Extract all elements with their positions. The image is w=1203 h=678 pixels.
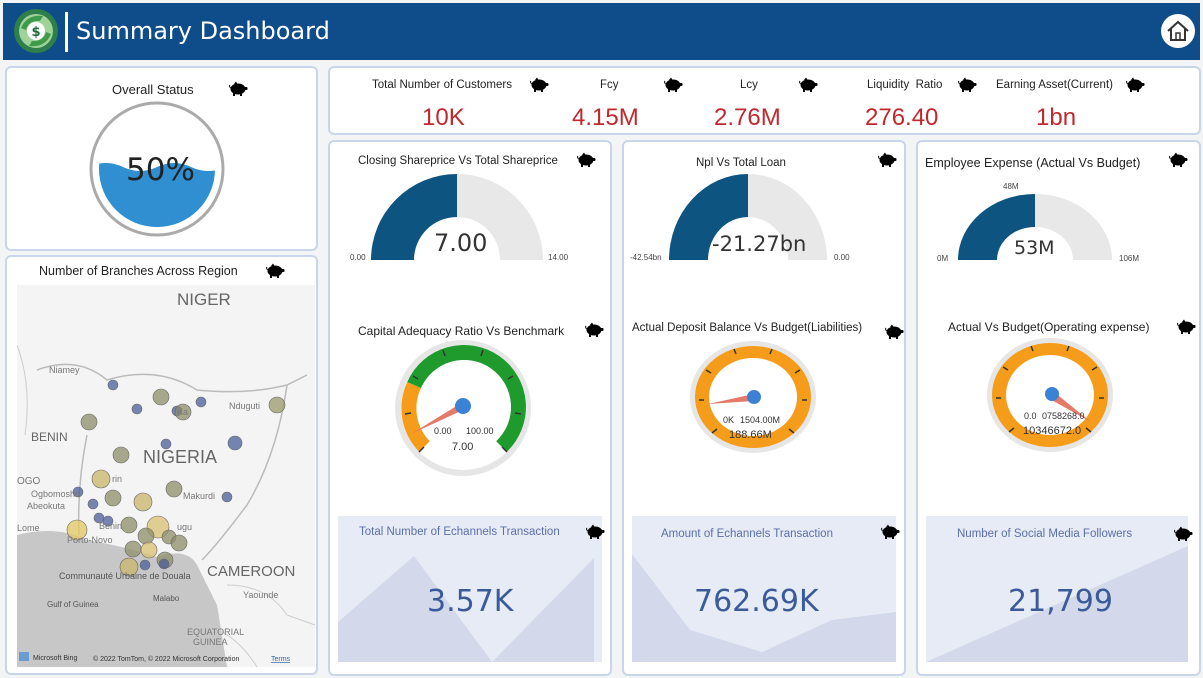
area-title-echannel-amount: Amount of Echannels Transaction: [661, 528, 833, 540]
gauge-value-employee: 53M: [1014, 237, 1055, 259]
branches-map[interactable]: NIGER NIGERIA BENIN CAMEROON Niamey Ka N…: [17, 285, 315, 667]
area-title-echannel-count: Total Number of Echannels Transaction: [359, 526, 560, 538]
piggy-bank-icon[interactable]: [577, 152, 597, 167]
piggy-bank-icon[interactable]: [664, 77, 684, 92]
map-label-niamey: Niamey: [49, 365, 80, 375]
map-label-guinea: GUINEA: [193, 637, 228, 647]
area-value-echannel-count: 3.57K: [427, 584, 514, 619]
area-value-social-followers: 21,799: [1008, 584, 1113, 619]
svg-text:$: $: [31, 25, 40, 40]
dial-max-car: 100.00: [466, 426, 494, 436]
kpi-label-fcy: Fcy: [600, 79, 619, 91]
map-label-makurdi: Makurdi: [183, 491, 215, 501]
area-card-echannel-count: Total Number of Echannels Transaction 3.…: [338, 516, 602, 662]
gauge-min-npl: -42.54bn: [630, 253, 662, 262]
map-label-malabo: Malabo: [153, 594, 180, 603]
kpi-label-earning-asset: Earning Asset(Current): [996, 79, 1113, 91]
dial-min-deposit: 0K: [723, 415, 735, 425]
gauge-value-npl: -21.27bn: [712, 232, 807, 256]
overall-status-title: Overall Status: [112, 82, 194, 97]
map-label-niger: NIGER: [177, 290, 231, 309]
dial-title-deposit: Actual Deposit Balance Vs Budget(Liabili…: [632, 322, 863, 334]
piggy-bank-icon[interactable]: [530, 77, 550, 92]
piggy-bank-icon[interactable]: [881, 524, 901, 539]
map-label-ogo: OGO: [17, 476, 41, 487]
dial-min-car: 0.00: [434, 426, 452, 436]
gauge-title-npl: Npl Vs Total Loan: [696, 157, 786, 169]
overall-status-card: Overall Status 50%: [5, 66, 318, 251]
area-title-social-followers: Number of Social Media Followers: [957, 528, 1133, 540]
kpi-label-customers: Total Number of Customers: [372, 79, 512, 91]
status-value: 50%: [126, 152, 195, 188]
map-label-cameroon: CAMEROON: [207, 563, 295, 580]
kpi-value-customers: 10K: [422, 104, 465, 131]
map-label-kano: Ka: [177, 407, 188, 417]
gauge-title-shareprice: Closing Shareprice Vs Total Shareprice: [358, 155, 558, 167]
map-label-nigeria: NIGERIA: [143, 447, 217, 467]
header-divider: [65, 12, 68, 52]
piggy-bank-icon[interactable]: [1126, 77, 1146, 92]
kpi-label-liquidity: Liquidity Ratio: [867, 79, 943, 91]
gauge-min-shareprice: 0.00: [350, 253, 366, 262]
map-label-nduguti: Nduguti: [229, 401, 260, 411]
piggy-bank-icon[interactable]: [585, 322, 605, 337]
gauge-max-npl: 0.00: [834, 253, 850, 262]
branches-map-card: Number of Branches Across Region NIGER N…: [5, 255, 318, 675]
piggy-bank-icon[interactable]: [885, 324, 905, 339]
dial-title-car: Capital Adequacy Ratio Vs Benchmark: [358, 324, 565, 338]
area-value-echannel-amount: 762.69K: [694, 584, 819, 619]
kpi-value-liquidity: 276.40: [865, 104, 939, 131]
map-label-porto-novo: Porto-Novo: [67, 535, 113, 545]
map-terms-link: Terms: [271, 656, 291, 663]
gauge-value-shareprice: 7.00: [434, 229, 488, 257]
kpi-card: Total Number of Customers 10K Fcy 4.15M …: [328, 66, 1201, 135]
map-label-enugu: ugu: [177, 522, 192, 532]
dial-value-car: 7.00: [452, 441, 474, 453]
piggy-bank-icon[interactable]: [958, 77, 978, 92]
map-label-yaounde: Yaounde: [243, 590, 278, 600]
area-card-social-followers: Number of Social Media Followers 21,799: [926, 516, 1188, 662]
dial-max-deposit: 1504.00M: [740, 415, 781, 425]
map-label-gulf: Gulf of Guinea: [47, 600, 99, 609]
kpi-value-fcy: 4.15M: [572, 104, 639, 131]
gauge-max-employee: 106M: [1119, 254, 1140, 263]
map-label-equatorial: EQUATORIAL: [187, 627, 244, 637]
piggy-bank-icon[interactable]: [586, 524, 606, 539]
dial-value-opex: 10346672.0: [1023, 425, 1082, 437]
map-label-benin: BENIN: [31, 430, 68, 444]
dial-value-deposit: 188.66M: [729, 429, 772, 441]
map-label-abeokuta: Abeokuta: [27, 501, 65, 511]
map-label-benin-city: Benin: [99, 521, 122, 531]
map-label-arin: rin: [112, 474, 122, 484]
map-title: Number of Branches Across Region: [39, 264, 238, 278]
dial-min-opex: 0.0: [1024, 411, 1037, 421]
dial-car: [395, 340, 531, 476]
piggy-bank-icon[interactable]: [1169, 152, 1189, 167]
kpi-value-earning-asset: 1bn: [1036, 104, 1077, 131]
piggy-bank-icon[interactable]: [229, 81, 249, 96]
gauge-max-shareprice: 14.00: [548, 253, 569, 262]
page-title: Summary Dashboard: [76, 17, 330, 45]
kpi-label-lcy: Lcy: [740, 79, 758, 91]
gauge-min-employee: 0M: [937, 254, 949, 263]
map-copyright: © 2022 TomTom, © 2022 Microsoft Corporat…: [93, 655, 239, 663]
dial-max-opex: 0758268.0: [1042, 411, 1085, 421]
gauge-target-employee: 48M: [1003, 182, 1019, 191]
map-bing-label: Microsoft Bing: [33, 655, 77, 662]
home-icon[interactable]: [1160, 13, 1196, 49]
map-label-lome: Lome: [17, 523, 40, 533]
piggy-bank-icon[interactable]: [266, 263, 286, 278]
header-bar: $ Summary Dashboard: [3, 3, 1200, 60]
piggy-bank-icon[interactable]: [1177, 319, 1197, 334]
area-card-echannel-amount: Amount of Echannels Transaction 762.69K: [632, 516, 896, 662]
piggy-bank-icon[interactable]: [1174, 526, 1194, 541]
kpi-value-lcy: 2.76M: [714, 104, 781, 131]
map-label-douala: Communauté Urbaine de Douala: [59, 571, 191, 581]
piggy-bank-icon[interactable]: [799, 77, 819, 92]
map-label-ogbomosho: Ogbomosho: [31, 489, 80, 499]
gauge-title-employee: Employee Expense (Actual Vs Budget): [925, 156, 1141, 170]
dial-title-opex: Actual Vs Budget(Operating expense): [948, 320, 1150, 334]
piggy-bank-icon[interactable]: [878, 152, 898, 167]
logo-icon: $: [14, 9, 58, 53]
